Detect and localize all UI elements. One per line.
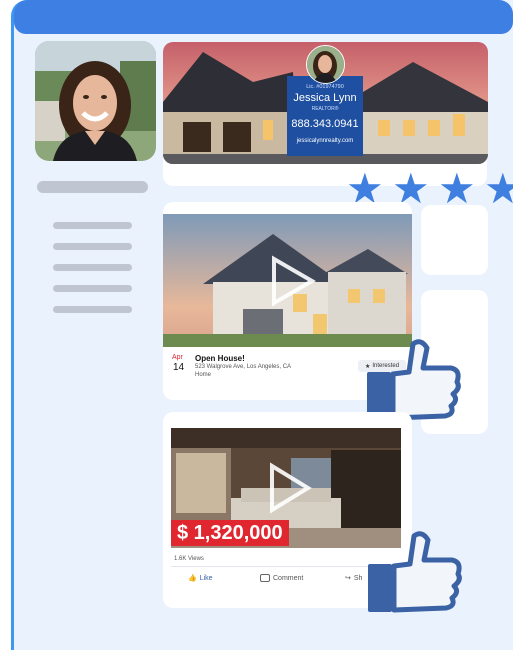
side-card [421, 205, 488, 275]
event-address: 523 Walgrove Ave, Los Angeles, CA [195, 364, 292, 370]
text-skeleton-line [53, 222, 132, 229]
play-icon[interactable] [163, 214, 412, 347]
event-day: 14 [173, 362, 185, 373]
star-icon: ★ [484, 164, 513, 213]
agent-name: Jessica Lynn [293, 92, 357, 104]
thumbs-up-icon [365, 338, 461, 422]
agent-title: REALTOR® [311, 106, 339, 112]
agent-headshot [306, 45, 345, 84]
agent-phone[interactable]: 888.343.0941 [287, 118, 363, 130]
view-count: 1.6K Views [174, 556, 204, 562]
comment-button[interactable]: Comment [260, 574, 303, 582]
agent-website[interactable]: jessicalynnrealty.com [287, 138, 363, 144]
event-type: Home [195, 372, 212, 378]
comment-icon [260, 574, 270, 582]
event-video-thumbnail[interactable] [163, 214, 412, 347]
like-label: Like [199, 574, 213, 582]
profile-name-skeleton [37, 181, 148, 193]
like-button[interactable]: 👍 Like [188, 574, 213, 582]
agent-info-card: Lic. #01974790 Jessica Lynn REALTOR® 888… [287, 76, 363, 156]
thumbs-up-icon [366, 530, 462, 614]
text-skeleton-line [53, 264, 132, 271]
text-skeleton-line [53, 306, 132, 313]
comment-label: Comment [273, 574, 304, 582]
share-button[interactable]: ↪ Sh [345, 574, 363, 583]
price-badge: $ 1,320,000 [171, 520, 289, 546]
share-icon: ↪ [345, 575, 351, 582]
event-month: Apr [172, 354, 183, 361]
like-icon: 👍 [188, 574, 197, 582]
agent-license: Lic. #01974790 [306, 84, 344, 90]
share-label: Sh [353, 574, 363, 582]
star-icon: ★ [438, 164, 476, 213]
event-title: Open House! [195, 354, 245, 363]
avatar[interactable] [35, 41, 156, 161]
top-bar [14, 0, 513, 34]
text-skeleton-line [53, 285, 132, 292]
text-skeleton-line [53, 243, 132, 250]
